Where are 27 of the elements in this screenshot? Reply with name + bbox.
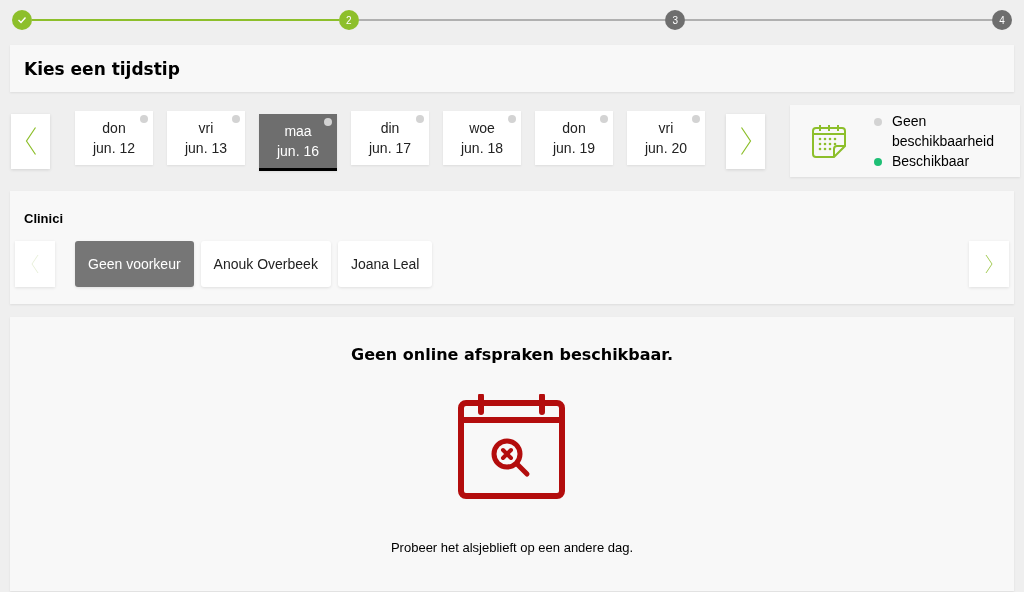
step-indicator: 3	[665, 10, 686, 30]
previous-button[interactable]	[11, 113, 50, 169]
page-title: Kies een tijdstip	[10, 45, 1014, 92]
legend-label: Geen beschikbaarheid	[892, 112, 994, 151]
clinician-button[interactable]: Geen voorkeur	[75, 241, 194, 287]
calendar-search-icon	[457, 394, 567, 502]
date-tab[interactable]: vri jun. 20	[627, 111, 705, 165]
calendar-icon	[810, 122, 848, 160]
date-tab[interactable]: maa jun. 16	[259, 114, 337, 171]
date-tab[interactable]: vri jun. 13	[167, 111, 245, 165]
date-tab[interactable]: woe jun. 18	[443, 111, 521, 165]
step-indicator: 2	[338, 10, 359, 30]
date-tab[interactable]: din jun. 17	[351, 111, 429, 165]
date-tab[interactable]: don jun. 12	[75, 111, 153, 165]
date-tab[interactable]: don jun. 19	[535, 111, 613, 165]
clinician-button[interactable]: Anouk Overbeek	[200, 241, 331, 287]
section-heading: Clinici	[23, 209, 64, 228]
clinician-button[interactable]: Joana Leal	[337, 241, 433, 287]
next-button[interactable]	[726, 113, 765, 169]
check-icon	[17, 15, 27, 25]
empty-heading: Geen online afspraken beschikbaar.	[351, 345, 673, 364]
step-indicator: 4	[992, 10, 1012, 30]
next-button[interactable]	[969, 241, 1009, 287]
chevron-left-icon	[30, 254, 40, 274]
legend-label: Beschikbaar	[892, 152, 970, 171]
empty-message: Probeer het alsjeblieft op een andere dag.	[390, 540, 634, 555]
chevron-right-icon	[984, 254, 994, 274]
